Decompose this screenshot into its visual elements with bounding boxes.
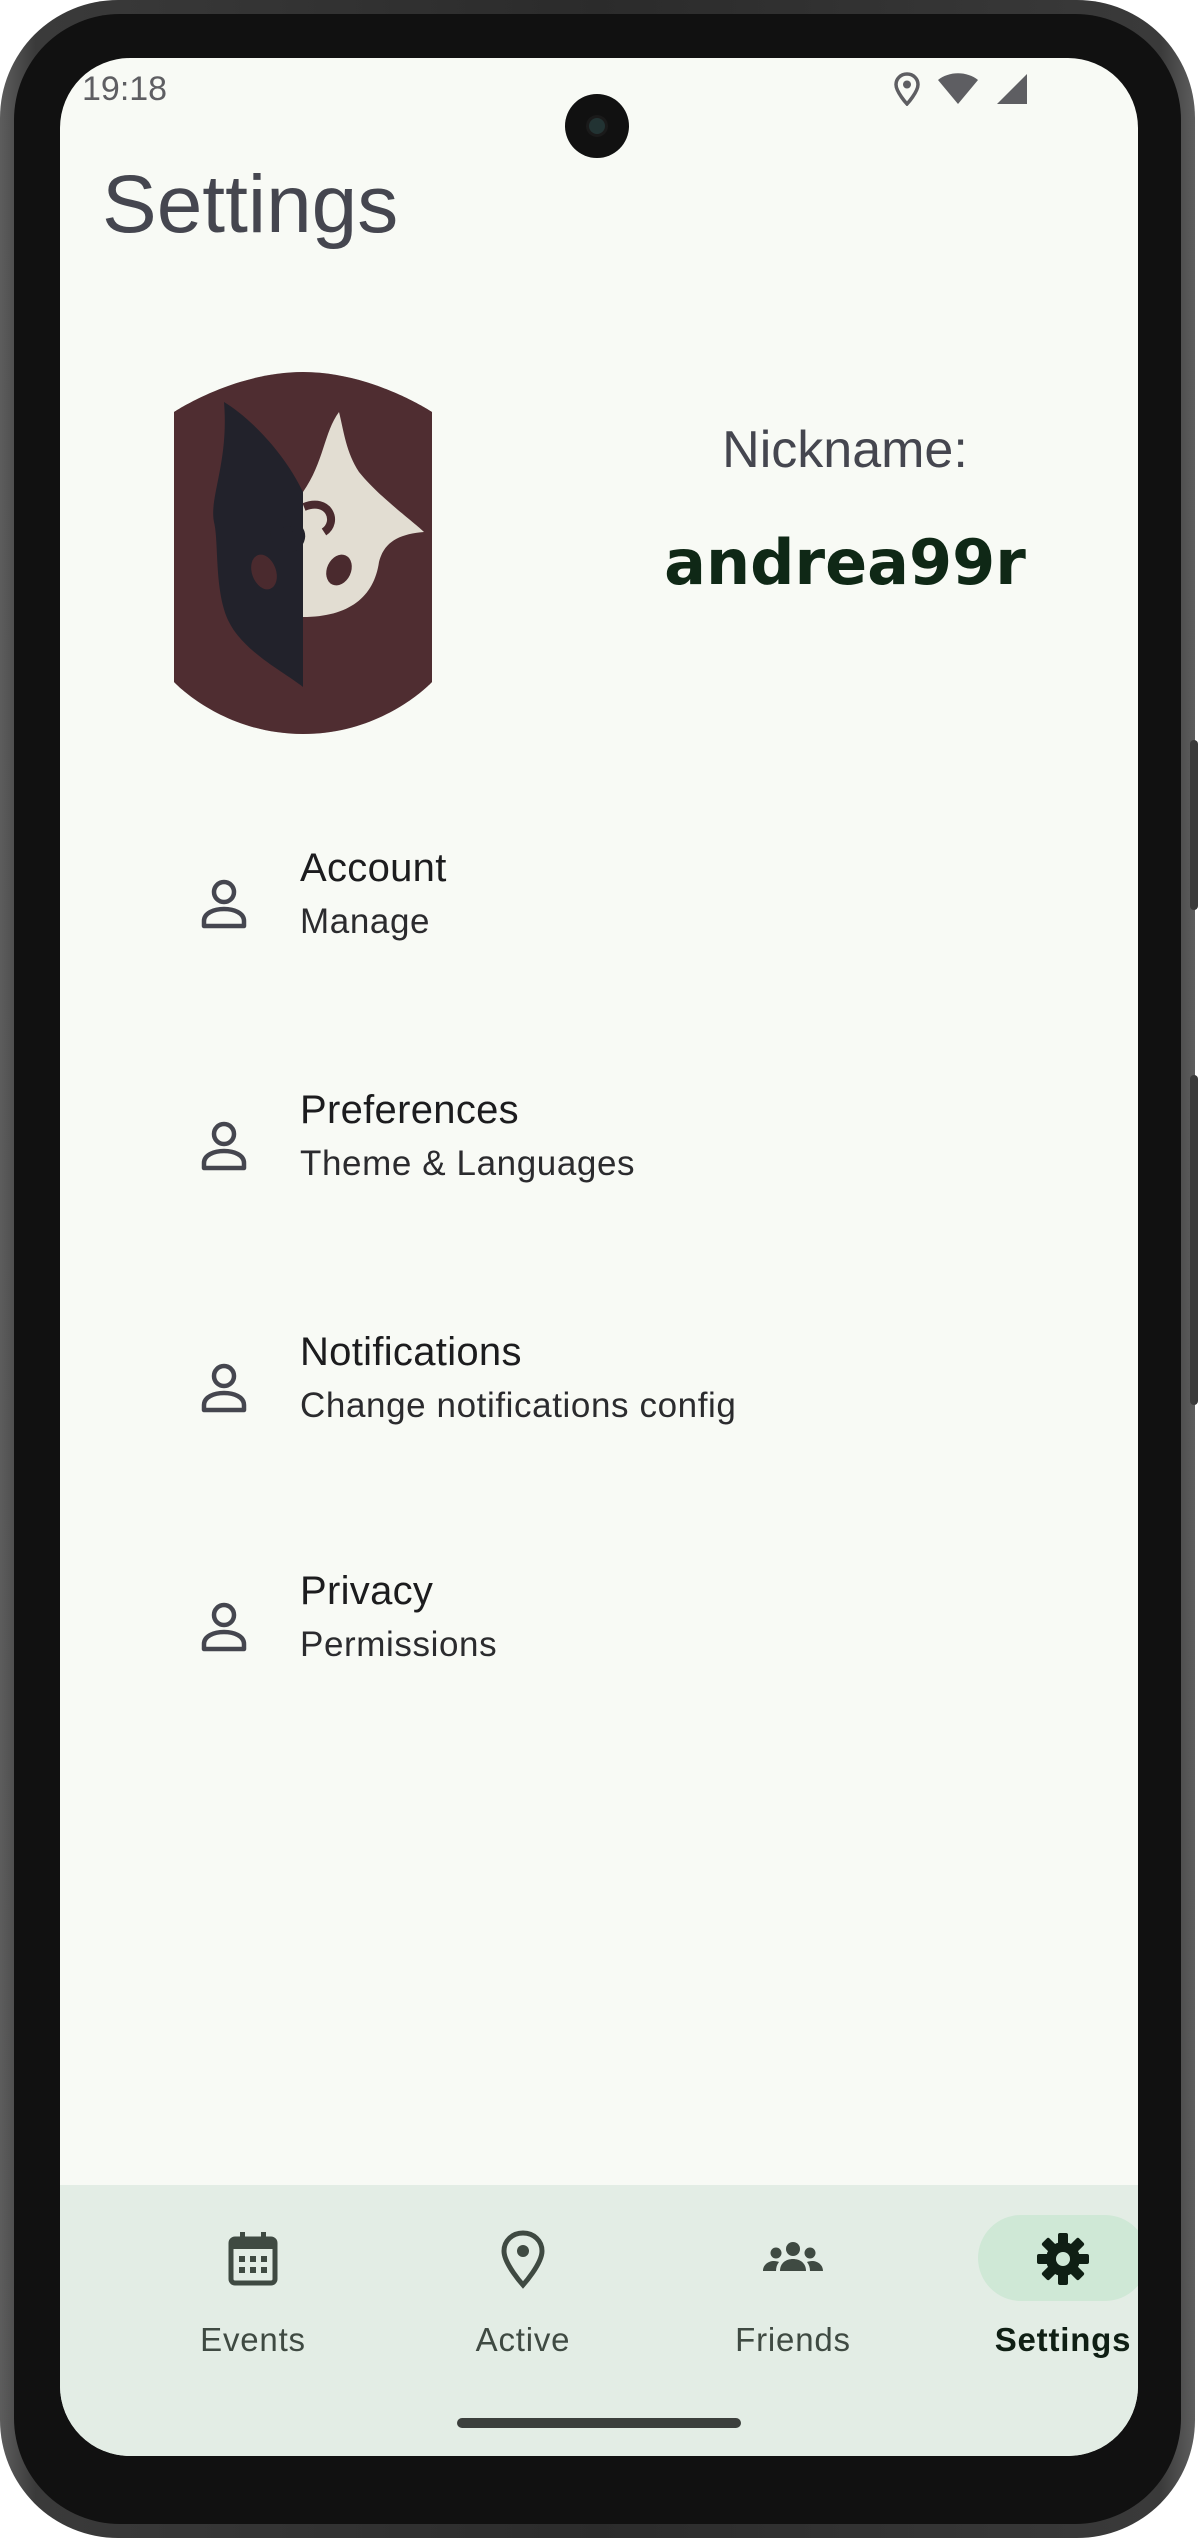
person-icon bbox=[201, 1602, 247, 1652]
screen: 19:18 Settings Nickname: andrea99r Accou… bbox=[60, 58, 1138, 2456]
person-icon bbox=[201, 1121, 247, 1171]
menu-item-subtitle: Change notifications config bbox=[300, 1386, 737, 1425]
front-camera bbox=[565, 94, 629, 158]
menu-item-preferences[interactable]: Preferences Theme & Languages bbox=[200, 1080, 1000, 1240]
nav-item-friends[interactable]: Friends bbox=[693, 2215, 893, 2365]
status-time: 19:18 bbox=[82, 70, 168, 108]
side-button bbox=[1190, 740, 1198, 910]
page-title: Settings bbox=[102, 159, 399, 250]
calendar-icon bbox=[228, 2232, 278, 2286]
menu-item-privacy[interactable]: Privacy Permissions bbox=[200, 1561, 1000, 1721]
menu-item-title: Preferences bbox=[300, 1088, 519, 1132]
menu-item-title: Privacy bbox=[300, 1569, 434, 1613]
person-icon bbox=[201, 1363, 247, 1413]
menu-item-account[interactable]: Account Manage bbox=[200, 838, 1000, 998]
bottom-navigation: Events Active Friends Settings bbox=[60, 2185, 1138, 2456]
nav-item-active[interactable]: Active bbox=[423, 2215, 623, 2365]
nickname-label: Nickname: bbox=[722, 421, 968, 479]
gear-icon bbox=[1037, 2233, 1089, 2285]
menu-item-subtitle: Manage bbox=[300, 902, 431, 941]
nickname-value: andrea99r bbox=[664, 526, 1026, 599]
location-pin-icon bbox=[501, 2230, 545, 2289]
nav-label: Settings bbox=[994, 2321, 1132, 2358]
nav-item-settings[interactable]: Settings bbox=[963, 2215, 1138, 2365]
signal-icon bbox=[997, 74, 1027, 104]
menu-item-subtitle: Permissions bbox=[300, 1625, 498, 1664]
menu-item-notifications[interactable]: Notifications Change notifications confi… bbox=[200, 1322, 1000, 1482]
nav-label: Events bbox=[200, 2321, 306, 2358]
menu-item-title: Account bbox=[300, 846, 447, 890]
nav-label: Active bbox=[475, 2321, 571, 2358]
menu-item-title: Notifications bbox=[300, 1330, 522, 1374]
home-indicator[interactable] bbox=[457, 2418, 741, 2428]
device-frame: 19:18 Settings Nickname: andrea99r Accou… bbox=[0, 0, 1198, 2538]
nav-label: Friends bbox=[735, 2321, 851, 2358]
location-icon bbox=[894, 72, 920, 106]
side-button bbox=[1190, 1075, 1198, 1405]
status-icons bbox=[894, 72, 1028, 106]
wifi-icon bbox=[938, 73, 978, 104]
group-icon bbox=[763, 2242, 823, 2271]
menu-item-subtitle: Theme & Languages bbox=[300, 1144, 636, 1183]
person-icon bbox=[201, 879, 247, 929]
nav-item-events[interactable]: Events bbox=[153, 2215, 353, 2365]
avatar[interactable] bbox=[174, 372, 432, 734]
